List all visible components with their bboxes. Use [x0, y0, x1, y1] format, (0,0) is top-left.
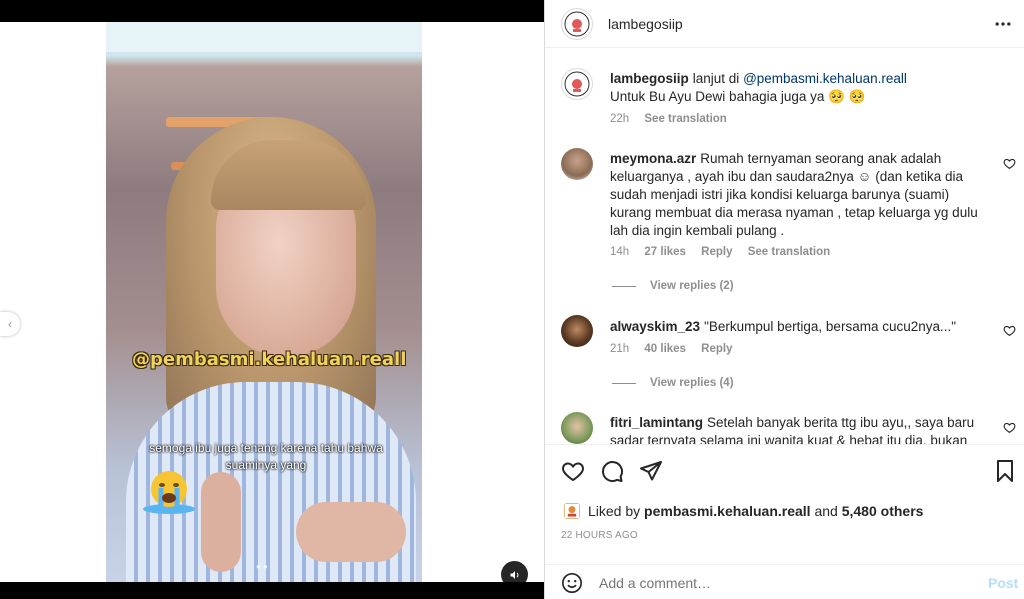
author-username[interactable]: lambegosiip — [608, 16, 683, 32]
pembasmi-logo-icon — [564, 503, 580, 519]
divider-line — [612, 382, 636, 384]
heart-icon[interactable] — [1003, 324, 1016, 337]
comment-username[interactable]: fitri_lamintang — [610, 415, 703, 430]
heart-icon[interactable] — [561, 459, 585, 483]
comment-text: alwayskim_23 "Berkumpul bertiga, bersama … — [610, 319, 957, 334]
see-translation-button[interactable]: See translation — [748, 246, 830, 258]
reply-button[interactable]: Reply — [701, 343, 732, 355]
post-comment-button[interactable]: Post — [988, 575, 1018, 591]
caption-meta: 22h See translation — [610, 113, 739, 125]
video-watermark: @pembasmi.kehaluan.reall — [132, 349, 407, 370]
person-hand — [296, 502, 406, 562]
post-header: lambegosiip — [545, 0, 1024, 48]
bookmark-icon[interactable] — [993, 459, 1017, 483]
caption-see-translation[interactable]: See translation — [644, 113, 726, 125]
caption-line2: Untuk Bu Ayu Dewi bahagia juga ya 🥺 🥺 — [610, 89, 866, 104]
comment-meta: 21h 40 likes Reply — [610, 343, 733, 355]
caption-username[interactable]: lambegosiip — [610, 71, 689, 86]
bottom-black-bar — [0, 582, 544, 599]
comments-list[interactable]: lambegosiip lanjut di @pembasmi.kehaluan.… — [545, 48, 1024, 444]
emoji-icon[interactable] — [561, 572, 583, 594]
author-avatar[interactable] — [561, 8, 593, 40]
post-actions: Liked by pembasmi.kehaluan.reall and 5,4… — [545, 444, 1024, 564]
add-comment-bar: Post — [545, 564, 1024, 599]
caption-mention-link[interactable]: @pembasmi.kehaluan.reall — [743, 71, 907, 86]
comment-username[interactable]: alwayskim_23 — [610, 319, 700, 334]
comment-icon[interactable] — [600, 459, 624, 483]
reply-button[interactable]: Reply — [701, 246, 732, 258]
heart-icon[interactable] — [1003, 157, 1016, 170]
commenter-avatar[interactable] — [561, 148, 593, 180]
commenter-avatar[interactable] — [561, 412, 593, 444]
crying-emoji-icon — [143, 471, 195, 514]
lambegosiip-logo-icon — [564, 71, 590, 97]
media-area: semoga ibu juga tenang karena tahu bahwa… — [0, 22, 544, 588]
comment-input[interactable] — [599, 575, 959, 591]
caption-avatar[interactable] — [561, 68, 593, 100]
post-timestamp[interactable]: 22 HOURS AGO — [561, 530, 638, 541]
caption-time: 22h — [610, 113, 630, 125]
lambegosiip-logo-icon — [564, 11, 590, 37]
post-panel: lambegosiip lambegosiip lanjut di @pembas… — [544, 0, 1024, 599]
send-icon[interactable] — [639, 459, 663, 483]
heart-icon[interactable] — [1003, 421, 1016, 434]
likes-count[interactable]: 5,480 others — [842, 503, 924, 519]
liked-by-text: Liked by pembasmi.kehaluan.reall and 5,4… — [588, 503, 924, 519]
speaker-icon — [510, 570, 518, 579]
comment-text: meymona.azr Rumah ternyaman seorang anak … — [610, 151, 978, 238]
prev-button[interactable]: ‹ — [0, 312, 20, 336]
divider-line — [612, 285, 636, 287]
liked-by-avatar[interactable] — [562, 501, 582, 521]
video-top-strip — [106, 22, 422, 52]
comment-likes[interactable]: 27 likes — [644, 246, 686, 258]
person-hand — [201, 472, 241, 572]
video-player[interactable]: semoga ibu juga tenang karena tahu bahwa… — [106, 22, 422, 582]
liked-by-user[interactable]: pembasmi.kehaluan.reall — [644, 503, 811, 519]
comment-username[interactable]: meymona.azr — [610, 151, 696, 166]
comment-likes[interactable]: 40 likes — [644, 343, 686, 355]
caption-text: lambegosiip lanjut di @pembasmi.kehaluan.… — [610, 71, 907, 104]
commenter-avatar[interactable] — [561, 315, 593, 347]
carousel-dots: ● ● — [256, 562, 268, 571]
chevron-left-icon: ‹ — [8, 317, 12, 331]
comment-text: fitri_lamintang Setelah banyak berita ttg… — [610, 415, 975, 444]
view-replies-button[interactable]: View replies (4) — [612, 377, 734, 389]
comment-meta: 14h 27 likes Reply See translation — [610, 246, 831, 258]
view-replies-button[interactable]: View replies (2) — [612, 280, 734, 292]
more-horizontal-icon[interactable] — [993, 14, 1013, 34]
